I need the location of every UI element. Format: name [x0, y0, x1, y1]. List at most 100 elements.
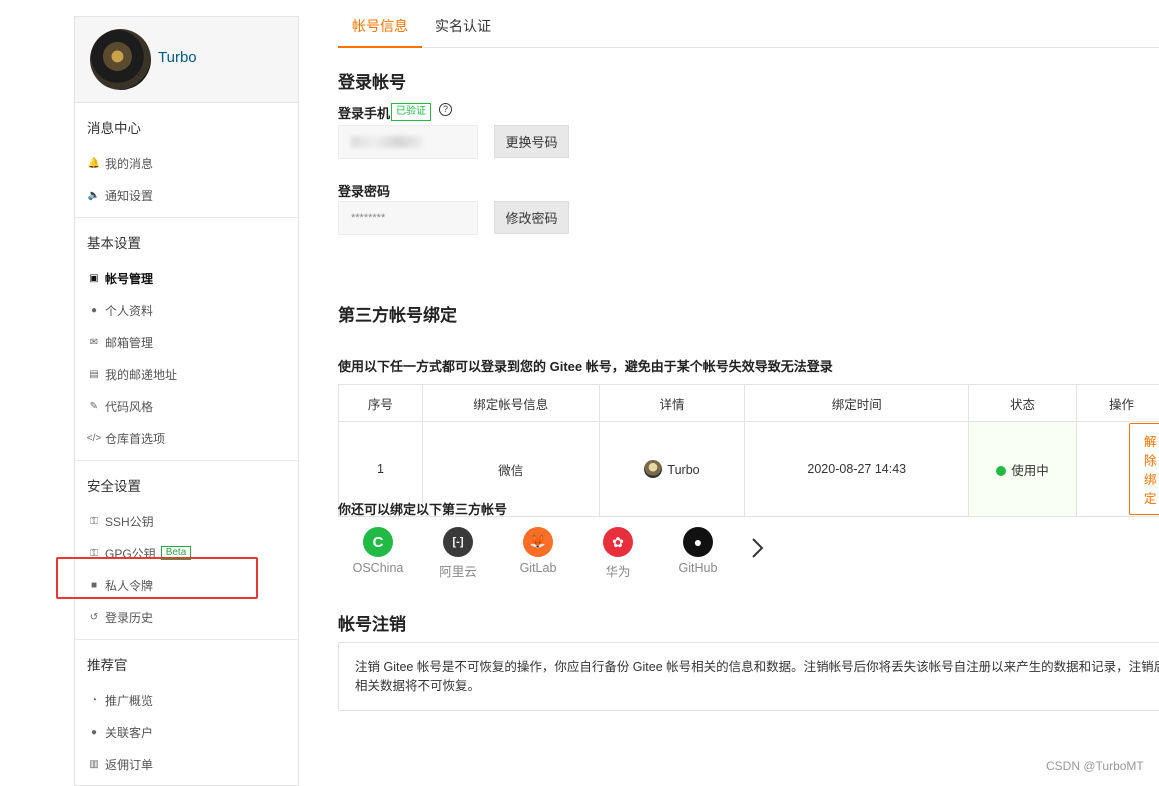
history-icon: ↺ [88, 611, 100, 623]
sidebar-section-title: 推荐官 [75, 654, 298, 674]
github-icon: ● [683, 527, 713, 557]
sidebar-item-label: 我的消息 [105, 155, 153, 172]
row-status: 使用中 [969, 422, 1077, 517]
row-detail-name: Turbo [667, 463, 699, 477]
row-bind-time: 2020-08-27 14:43 [745, 422, 969, 517]
sidebar-item-rebate-orders[interactable]: ▥ 返佣订单 [75, 748, 298, 780]
sidebar-item-label: 邮箱管理 [105, 334, 153, 351]
sidebar-item-my-messages[interactable]: 🔔 我的消息 [75, 147, 298, 179]
column-header: 详情 [599, 385, 745, 422]
unbind-button[interactable]: 解除绑定 [1129, 423, 1159, 515]
blurred-phone-number [351, 136, 423, 148]
user-icon: ● [88, 304, 100, 316]
sidebar-item-label: 通知设置 [105, 187, 153, 204]
column-header: 绑定帐号信息 [422, 385, 599, 422]
status-label: 使用中 [1011, 464, 1049, 478]
column-header: 序号 [339, 385, 423, 422]
sidebar-section-title: 基本设置 [75, 232, 298, 252]
sidebar-item-login-history[interactable]: ↺ 登录历史 [75, 601, 298, 633]
sidebar-item-email[interactable]: ✉ 邮箱管理 [75, 326, 298, 358]
provider-aliyun[interactable]: [-] 阿里云 [428, 527, 488, 580]
password-field: ******** [338, 201, 478, 235]
provider-name: 华为 [588, 561, 648, 580]
profile-header: Turbo [75, 17, 298, 103]
tab-account-info[interactable]: 帐号信息 [352, 16, 408, 36]
sidebar-item-code-style[interactable]: ✎ 代码风格 [75, 390, 298, 422]
chart-icon: ◔ [88, 694, 100, 706]
change-phone-button[interactable]: 更换号码 [494, 125, 569, 158]
sidebar-section-security: 安全设置 ⚿ SSH公钥 ⚿ GPG公钥 Beta ■ 私人令牌 ↺ 登录历史 [75, 461, 298, 640]
sidebar-item-promotion-overview[interactable]: ◔ 推广概览 [75, 684, 298, 716]
code-icon: </> [88, 432, 100, 444]
gitlab-icon: 🦊 [523, 527, 553, 557]
column-header: 状态 [969, 385, 1077, 422]
avatar[interactable] [90, 29, 151, 90]
provider-name: 阿里云 [428, 561, 488, 580]
cancel-account-notice: 注销 Gitee 帐号是不可恢复的操作，你应自行备份 Gitee 帐号相关的信息… [338, 642, 1159, 711]
highlight-box [56, 557, 258, 599]
binding-table: 序号 绑定帐号信息 详情 绑定时间 状态 操作 1 微信 Turbo 2020-… [338, 384, 1159, 517]
sidebar-section-messages: 消息中心 🔔 我的消息 🔈 通知设置 [75, 103, 298, 218]
provider-name: GitHub [668, 561, 728, 575]
id-card-icon: ▣ [88, 272, 100, 284]
phone-field [338, 125, 478, 159]
sidebar-item-label: 我的邮递地址 [105, 366, 177, 383]
profile-name[interactable]: Turbo [158, 49, 197, 66]
sidebar-item-label: 登录历史 [105, 609, 153, 626]
help-icon[interactable]: ? [439, 103, 452, 116]
avatar [644, 460, 662, 478]
provider-github[interactable]: ● GitHub [668, 527, 728, 575]
address-card-icon: ▤ [88, 368, 100, 380]
third-party-title: 第三方帐号绑定 [338, 301, 457, 326]
sidebar-item-repo-preferences[interactable]: </> 仓库首选项 [75, 422, 298, 454]
sidebar-item-label: 仓库首选项 [105, 430, 165, 447]
provider-gitlab[interactable]: 🦊 GitLab [508, 527, 568, 575]
login-account-title: 登录帐号 [338, 68, 406, 93]
column-header: 操作 [1076, 385, 1159, 422]
sidebar-section-basic: 基本设置 ▣ 帐号管理 ● 个人资料 ✉ 邮箱管理 ▤ 我的邮递地址 ✎ 代码风… [75, 218, 298, 461]
more-providers-title: 你还可以绑定以下第三方帐号 [338, 499, 507, 518]
notice-text-line: 注销 Gitee 帐号是不可恢复的操作，你应自行备份 Gitee 帐号相关的信息… [355, 658, 1159, 677]
provider-oschina[interactable]: C OSChina [348, 527, 408, 575]
sidebar-item-linked-customers[interactable]: ● 关联客户 [75, 716, 298, 748]
receipt-icon: ▥ [88, 758, 100, 770]
sidebar-item-account-management[interactable]: ▣ 帐号管理 [75, 262, 298, 294]
oschina-icon: C [363, 527, 393, 557]
account-tabs: 帐号信息 实名认证 [338, 0, 1159, 48]
change-password-button[interactable]: 修改密码 [494, 201, 569, 234]
sidebar-item-label: 个人资料 [105, 302, 153, 319]
sidebar-item-label: 帐号管理 [105, 270, 153, 287]
row-detail: Turbo [599, 422, 745, 517]
provider-huawei[interactable]: ✿ 华为 [588, 527, 648, 580]
sidebar-item-notification-settings[interactable]: 🔈 通知设置 [75, 179, 298, 211]
table-header-row: 序号 绑定帐号信息 详情 绑定时间 状态 操作 [339, 385, 1159, 422]
third-party-subtitle: 使用以下任一方式都可以登录到您的 Gitee 帐号，避免由于某个帐号失效导致无法… [338, 356, 833, 375]
sidebar-section-title: 安全设置 [75, 475, 298, 495]
verified-badge: 已验证 [391, 103, 431, 121]
notice-text-line: 相关数据将不可恢复。 [355, 677, 1159, 696]
sidebar-section-title: 消息中心 [75, 117, 298, 137]
sidebar-item-label: 推广概览 [105, 692, 153, 709]
sidebar-section-referral: 推荐官 ◔ 推广概览 ● 关联客户 ▥ 返佣订单 [75, 640, 298, 786]
password-label: 登录密码 [338, 181, 390, 200]
envelope-icon: ✉ [88, 336, 100, 348]
chevron-right-icon[interactable] [748, 536, 768, 560]
watermark: CSDN @TurboMT [1046, 759, 1144, 773]
phone-label: 登录手机 [338, 103, 390, 122]
sidebar-item-label: 返佣订单 [105, 756, 153, 773]
sidebar-item-address[interactable]: ▤ 我的邮递地址 [75, 358, 298, 390]
tab-real-name-auth[interactable]: 实名认证 [435, 16, 491, 36]
sidebar-item-label: 关联客户 [105, 724, 153, 741]
sidebar-item-profile[interactable]: ● 个人资料 [75, 294, 298, 326]
active-tab-indicator [338, 46, 422, 48]
sidebar-item-label: 代码风格 [105, 398, 153, 415]
column-header: 绑定时间 [745, 385, 969, 422]
sidebar-item-label: SSH公钥 [105, 513, 154, 530]
aliyun-icon: [-] [443, 527, 473, 557]
settings-sidebar: Turbo 消息中心 🔔 我的消息 🔈 通知设置 基本设置 ▣ 帐号管理 ● 个… [74, 16, 299, 786]
status-dot-icon [996, 466, 1006, 476]
key-icon: ⚿ [88, 515, 100, 527]
provider-name: OSChina [348, 561, 408, 575]
brush-icon: ✎ [88, 400, 100, 412]
sidebar-item-ssh-keys[interactable]: ⚿ SSH公钥 [75, 505, 298, 537]
